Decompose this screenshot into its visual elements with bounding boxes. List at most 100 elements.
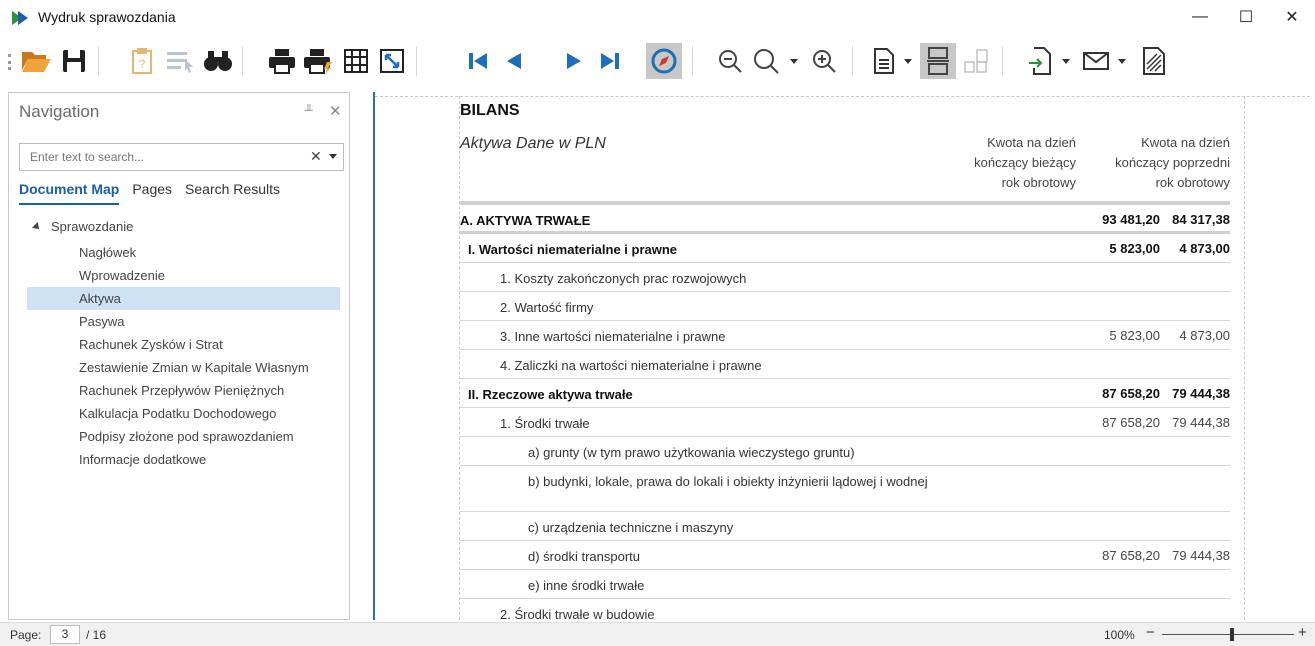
- navigation-compass-icon[interactable]: [646, 43, 682, 79]
- pane-splitter[interactable]: [352, 92, 374, 620]
- zoom-in-icon[interactable]: [806, 43, 842, 79]
- export-dropdown-icon[interactable]: [1062, 59, 1070, 65]
- tree-item[interactable]: Rachunek Przepływów Pieniężnych: [27, 379, 340, 402]
- row-label: 1. Koszty zakończonych prac rozwojowych: [500, 271, 747, 286]
- header-line: rok obrotowy: [1155, 175, 1230, 190]
- row-label: A. AKTYWA TRWAŁE: [460, 213, 591, 228]
- zoom-dropdown-icon[interactable]: [790, 59, 798, 65]
- toolbar-grip[interactable]: [8, 54, 11, 70]
- document-map-tree: Nagłówek Wprowadzenie Aktywa Pasywa Rachunek…: [27, 241, 340, 471]
- row-label: c) urządzenia techniczne i maszyny: [528, 520, 734, 535]
- parameters-icon[interactable]: ?: [124, 43, 160, 79]
- row-label: b) budynki, lokale, prawa do lokali i ob…: [528, 474, 928, 489]
- value-previous-year: 79 444,38: [1172, 415, 1230, 430]
- table-row: d) środki transportu 87 658,20 79 444,38: [460, 541, 1230, 570]
- zoom-out-icon[interactable]: [712, 43, 748, 79]
- tab-pages[interactable]: Pages: [132, 181, 172, 205]
- expand-arrow-icon[interactable]: [32, 221, 42, 232]
- svg-text:?: ?: [139, 57, 146, 71]
- tab-document-map[interactable]: Document Map: [19, 181, 120, 205]
- tree-item[interactable]: Pasywa: [27, 310, 340, 333]
- page-margin-right: [1244, 96, 1245, 620]
- close-icon[interactable]: ✕: [329, 102, 342, 120]
- page-number-input[interactable]: 3: [50, 625, 80, 644]
- previous-page-icon[interactable]: [496, 43, 532, 79]
- value-previous-year: 4 873,00: [1179, 241, 1230, 256]
- editing-fields-icon[interactable]: [162, 43, 198, 79]
- tree-item[interactable]: Aktywa: [27, 287, 340, 310]
- navigation-pane: Navigation ╨ ✕ ✕ Document Map Pages Sear…: [8, 92, 350, 620]
- open-file-icon[interactable]: [18, 43, 54, 79]
- maximize-button[interactable]: ☐: [1223, 0, 1269, 34]
- close-button[interactable]: ✕: [1269, 0, 1315, 34]
- toolbar-separator: [1002, 46, 1003, 76]
- zoom-minus-button[interactable]: −: [1146, 624, 1155, 641]
- row-label: I. Wartości niematerialne i prawne: [468, 242, 678, 257]
- value-previous-year: 84 317,38: [1172, 212, 1230, 227]
- tree-root-node[interactable]: Sprawozdanie: [32, 219, 134, 234]
- chevron-down-icon[interactable]: [329, 154, 337, 160]
- scale-icon[interactable]: [374, 43, 410, 79]
- tab-search-results[interactable]: Search Results: [185, 181, 280, 205]
- minimize-button[interactable]: —: [1177, 0, 1223, 34]
- clear-search-icon[interactable]: ✕: [310, 148, 322, 165]
- row-label: 1. Środki trwałe: [500, 416, 590, 431]
- page-layout-dropdown-icon[interactable]: [904, 59, 912, 65]
- table-row: 1. Środki trwałe 87 658,20 79 444,38: [460, 408, 1230, 437]
- pin-icon[interactable]: ╨: [305, 105, 313, 117]
- row-label: 3. Inne wartości niematerialne i prawne: [500, 329, 726, 344]
- tree-root-label: Sprawozdanie: [51, 219, 134, 234]
- tree-item[interactable]: Wprowadzenie: [27, 264, 340, 287]
- print-icon[interactable]: [264, 43, 300, 79]
- table-row: 2. Wartość firmy: [460, 292, 1230, 321]
- email-dropdown-icon[interactable]: [1118, 59, 1126, 65]
- row-label: e) inne środki trwałe: [528, 578, 645, 593]
- tree-item[interactable]: Informacje dodatkowe: [27, 448, 340, 471]
- report-subtitle: Aktywa Dane w PLN: [460, 135, 606, 152]
- multiple-pages-icon[interactable]: [958, 43, 994, 79]
- watermark-icon[interactable]: [1136, 43, 1172, 79]
- save-icon[interactable]: [56, 43, 92, 79]
- zoom-slider-thumb[interactable]: [1230, 628, 1234, 641]
- page-layout-icon[interactable]: [866, 43, 902, 79]
- toolbar-separator: [852, 46, 853, 76]
- export-icon[interactable]: [1022, 43, 1058, 79]
- last-page-icon[interactable]: [592, 43, 628, 79]
- table-row: b) budynki, lokale, prawa do lokali i ob…: [460, 466, 1230, 512]
- search-input[interactable]: [20, 144, 300, 170]
- window-title: Wydruk sprawozdania: [38, 9, 176, 25]
- value-previous-year: 79 444,38: [1172, 548, 1230, 563]
- send-email-icon[interactable]: [1078, 43, 1114, 79]
- search-box: ✕: [19, 143, 344, 171]
- page-total: / 16: [86, 628, 107, 642]
- header-line: rok obrotowy: [1001, 175, 1076, 190]
- table-row: a) grunty (w tym prawo użytkowania wiecz…: [460, 437, 1230, 466]
- zoom-plus-button[interactable]: +: [1298, 624, 1307, 641]
- header-line: Kwota na dzień: [1141, 135, 1230, 150]
- table-row: II. Rzeczowe aktywa trwałe 87 658,20 79 44…: [460, 379, 1230, 408]
- page-setup-icon[interactable]: [338, 43, 374, 79]
- tree-item[interactable]: Rachunek Zysków i Strat: [27, 333, 340, 356]
- quick-print-icon[interactable]: [300, 43, 336, 79]
- page-label: Page:: [10, 628, 42, 642]
- zoom-icon[interactable]: [748, 43, 784, 79]
- tree-item[interactable]: Kalkulacja Podatku Dochodowego: [27, 402, 340, 425]
- page-margin-top: [375, 96, 1310, 97]
- tree-item[interactable]: Podpisy złożone pod sprawozdaniem: [27, 425, 340, 448]
- column-header-previous-year: Kwota na dzień kończący poprzedni rok ob…: [1083, 133, 1230, 193]
- table-row: e) inne środki trwałe: [460, 570, 1230, 599]
- row-label: 2. Środki trwałe w budowie: [500, 607, 655, 620]
- zoom-slider-track[interactable]: [1162, 634, 1294, 635]
- document-preview[interactable]: BILANS Aktywa Dane w PLN Kwota na dzień …: [375, 92, 1315, 620]
- row-label: 2. Wartość firmy: [500, 300, 594, 315]
- first-page-icon[interactable]: [460, 43, 496, 79]
- toolbar-separator: [98, 46, 99, 76]
- tree-item[interactable]: Zestawienie Zmian w Kapitale Własnym: [27, 356, 340, 379]
- tree-item[interactable]: Nagłówek: [27, 241, 340, 264]
- app-logo-icon: [12, 11, 28, 25]
- table-row: 3. Inne wartości niematerialne i prawne 5…: [460, 321, 1230, 350]
- find-icon[interactable]: [200, 43, 236, 79]
- toolbar-separator: [416, 46, 417, 76]
- continuous-layout-icon[interactable]: [920, 43, 956, 79]
- next-page-icon[interactable]: [556, 43, 592, 79]
